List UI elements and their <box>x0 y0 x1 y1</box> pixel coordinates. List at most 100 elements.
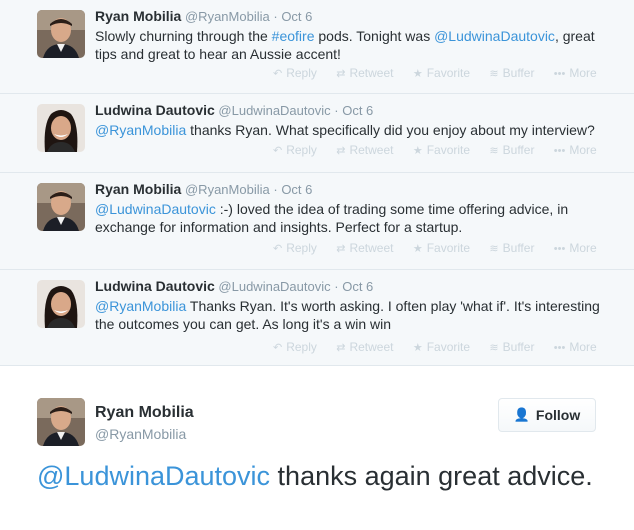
username[interactable]: @RyanMobilia <box>185 182 270 197</box>
more-button[interactable]: ••• More <box>554 66 597 80</box>
mention-link[interactable]: @LudwinaDautovic <box>37 461 270 491</box>
reply-icon: ↶ <box>273 68 283 80</box>
username[interactable]: @RyanMobilia <box>95 426 186 442</box>
reply-button[interactable]: ↶ Reply <box>273 340 317 354</box>
retweet-button[interactable]: ⇄ Retweet <box>336 66 393 80</box>
follow-button[interactable]: 👤 Follow <box>498 398 596 432</box>
tweet-text: @RyanMobilia thanks Ryan. What specifica… <box>95 121 615 139</box>
buffer-button[interactable]: ≋ Buffer <box>489 241 534 255</box>
favorite-label: Favorite <box>426 241 471 255</box>
separator: · <box>334 279 339 294</box>
favorite-button[interactable]: ★ Favorite <box>413 241 470 255</box>
retweet-button[interactable]: ⇄ Retweet <box>336 241 393 255</box>
avatar[interactable] <box>37 104 85 152</box>
more-dots-icon: ••• <box>553 342 566 354</box>
favorite-button[interactable]: ★ Favorite <box>413 143 470 157</box>
reply-label: Reply <box>286 340 317 354</box>
more-dots-icon: ••• <box>553 243 566 255</box>
username[interactable]: @LudwinaDautovic <box>218 103 330 118</box>
username[interactable]: @LudwinaDautovic <box>218 279 330 294</box>
more-dots-icon: ••• <box>553 68 566 80</box>
reply-icon: ↶ <box>273 145 283 157</box>
fullname[interactable]: Ludwina Dautovic <box>95 102 215 118</box>
mention-link[interactable]: @LudwinaDautovic <box>95 201 216 217</box>
reply-button[interactable]: ↶ Reply <box>273 143 317 157</box>
text-segment: Slowly churning through the <box>95 28 272 44</box>
timestamp[interactable]: Oct 6 <box>342 279 373 294</box>
more-button[interactable]: ••• More <box>554 340 597 354</box>
timestamp[interactable]: Oct 6 <box>281 9 312 24</box>
retweet-label: Retweet <box>349 143 394 157</box>
follow-label: Follow <box>535 407 581 423</box>
retweet-icon: ⇄ <box>336 342 346 354</box>
star-icon: ★ <box>412 243 423 255</box>
buffer-icon: ≋ <box>489 68 499 80</box>
text-segment: thanks Ryan. What specifically did you e… <box>186 122 595 138</box>
tweet-text: @LudwinaDautovic :-) loved the idea of t… <box>95 200 615 236</box>
mention-link[interactable]: @LudwinaDautovic <box>434 28 555 44</box>
reply-button[interactable]: ↶ Reply <box>273 66 317 80</box>
avatar[interactable] <box>37 280 85 328</box>
retweet-label: Retweet <box>349 340 394 354</box>
more-button[interactable]: ••• More <box>554 143 597 157</box>
reply-icon: ↶ <box>273 342 283 354</box>
more-dots-icon: ••• <box>553 145 566 157</box>
favorite-label: Favorite <box>426 340 471 354</box>
buffer-label: Buffer <box>502 66 535 80</box>
text-segment: pods. Tonight was <box>314 28 435 44</box>
fullname[interactable]: Ludwina Dautovic <box>95 278 215 294</box>
retweet-button[interactable]: ⇄ Retweet <box>336 143 393 157</box>
buffer-button[interactable]: ≋ Buffer <box>489 340 534 354</box>
fullname[interactable]: Ryan Mobilia <box>95 181 181 197</box>
more-button[interactable]: ••• More <box>554 241 597 255</box>
buffer-label: Buffer <box>502 143 535 157</box>
retweet-icon: ⇄ <box>336 68 346 80</box>
more-label: More <box>569 241 597 255</box>
retweet-label: Retweet <box>349 241 394 255</box>
buffer-button[interactable]: ≋ Buffer <box>489 143 534 157</box>
star-icon: ★ <box>412 145 423 157</box>
text-segment: thanks again great advice. <box>270 461 593 491</box>
avatar[interactable] <box>37 10 85 58</box>
reply-icon: ↶ <box>273 243 283 255</box>
username[interactable]: @RyanMobilia <box>185 9 270 24</box>
tweet-header: Ryan Mobilia @RyanMobilia · Oct 6 <box>95 8 312 24</box>
retweet-icon: ⇄ <box>336 243 346 255</box>
star-icon: ★ <box>412 68 423 80</box>
avatar[interactable] <box>37 183 85 231</box>
retweet-button[interactable]: ⇄ Retweet <box>336 340 393 354</box>
more-label: More <box>569 340 597 354</box>
reply-label: Reply <box>286 66 317 80</box>
buffer-button[interactable]: ≋ Buffer <box>489 66 534 80</box>
mention-link[interactable]: @RyanMobilia <box>95 298 186 314</box>
hashtag-link[interactable]: #eofire <box>272 28 315 44</box>
tweet-item[interactable]: Ryan Mobilia @RyanMobilia · Oct 6 @Ludwi… <box>0 173 634 270</box>
tweet-item[interactable]: Ludwina Dautovic @LudwinaDautovic · Oct … <box>0 270 634 366</box>
buffer-label: Buffer <box>502 340 535 354</box>
more-label: More <box>569 143 597 157</box>
tweet-actions: ↶ Reply ⇄ Retweet ★ Favorite ≋ Buffer ••• Mor… <box>273 66 613 80</box>
reply-button[interactable]: ↶ Reply <box>273 241 317 255</box>
separator: · <box>334 103 339 118</box>
favorite-button[interactable]: ★ Favorite <box>413 66 470 80</box>
add-user-icon: 👤 <box>513 407 530 422</box>
separator: · <box>273 182 278 197</box>
timestamp[interactable]: Oct 6 <box>281 182 312 197</box>
fullname[interactable]: Ryan Mobilia <box>95 404 194 422</box>
main-tweet: Ryan Mobilia @RyanMobilia 👤 Follow @Ludw… <box>0 368 634 530</box>
buffer-icon: ≋ <box>489 243 499 255</box>
mention-link[interactable]: @RyanMobilia <box>95 122 186 138</box>
tweet-actions: ↶ Reply ⇄ Retweet ★ Favorite ≋ Buffer ••• Mor… <box>273 241 613 255</box>
tweet-item[interactable]: Ryan Mobilia @RyanMobilia · Oct 6 Slowly… <box>0 0 634 94</box>
avatar[interactable] <box>37 398 85 446</box>
more-label: More <box>569 66 597 80</box>
fullname[interactable]: Ryan Mobilia <box>95 8 181 24</box>
tweet-text: @RyanMobilia Thanks Ryan. It's worth ask… <box>95 297 615 333</box>
timestamp[interactable]: Oct 6 <box>342 103 373 118</box>
favorite-button[interactable]: ★ Favorite <box>413 340 470 354</box>
star-icon: ★ <box>412 342 423 354</box>
buffer-label: Buffer <box>502 241 535 255</box>
tweet-item[interactable]: Ludwina Dautovic @LudwinaDautovic · Oct … <box>0 94 634 173</box>
favorite-label: Favorite <box>426 143 471 157</box>
tweet-actions: ↶ Reply ⇄ Retweet ★ Favorite ≋ Buffer ••• Mor… <box>273 340 613 354</box>
